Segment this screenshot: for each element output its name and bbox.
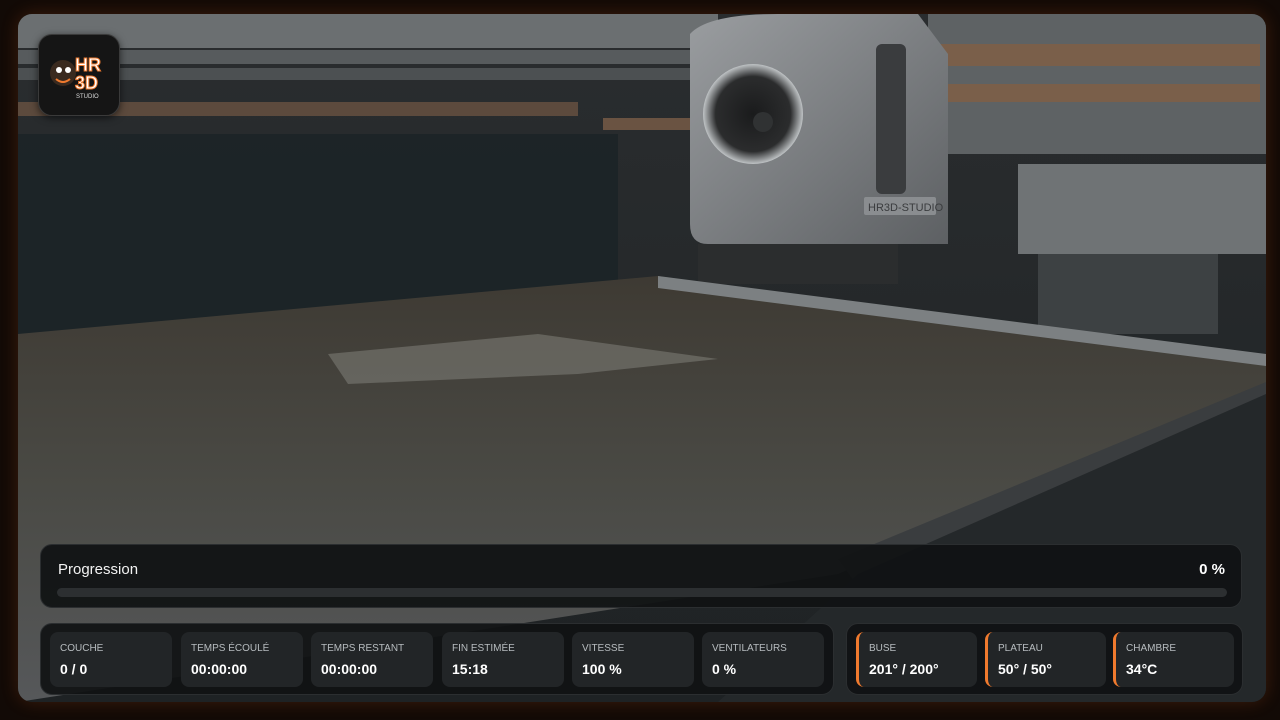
- right-box: [1038, 254, 1218, 334]
- svg-text:HR: HR: [75, 55, 101, 75]
- temperatures-panel: BUSE 201° / 200° PLATEAU 50° / 50° CHAMB…: [846, 623, 1243, 695]
- top-rail-2: [18, 50, 708, 64]
- belt-right: [930, 44, 1260, 66]
- toolhead-fan: [703, 64, 803, 164]
- svg-text:3D: 3D: [75, 73, 98, 93]
- stat-label: TEMPS ÉCOULÉ: [191, 643, 270, 654]
- stat-label: VITESSE: [582, 643, 625, 654]
- temp-label: PLATEAU: [998, 643, 1043, 654]
- stat-card-fans: VENTILATEURS 0 %: [702, 632, 824, 687]
- temp-label: CHAMBRE: [1126, 643, 1177, 654]
- logo-mark: HR 3D STUDIO: [50, 55, 102, 100]
- temp-card-bed: PLATEAU 50° / 50°: [985, 632, 1106, 687]
- stat-value: 0 / 0: [60, 661, 88, 677]
- stat-card-eta: FIN ESTIMÉE 15:18: [442, 632, 564, 687]
- temp-card-chamber: CHAMBRE 34°C: [1113, 632, 1234, 687]
- belt-left-2: [603, 118, 693, 130]
- progress-bar: [57, 588, 1227, 597]
- stat-card-layer: COUCHE 0 / 0: [50, 632, 172, 687]
- studio-logo: HR 3D STUDIO: [38, 34, 120, 116]
- top-rail-3: [18, 68, 698, 80]
- stat-label: VENTILATEURS: [712, 643, 787, 654]
- toolhead-badge-text: HR3D-STUDIO: [868, 202, 944, 214]
- right-panel: [1018, 164, 1266, 254]
- stat-value: 15:18: [452, 661, 488, 677]
- svg-text:STUDIO: STUDIO: [76, 94, 99, 100]
- belt-right-2: [930, 84, 1260, 102]
- stat-card-elapsed: TEMPS ÉCOULÉ 00:00:00: [181, 632, 303, 687]
- temp-card-nozzle: BUSE 201° / 200°: [856, 632, 977, 687]
- stat-value: 100 %: [582, 661, 622, 677]
- temp-label: BUSE: [869, 643, 897, 654]
- temp-value: 201° / 200°: [869, 661, 939, 677]
- temp-value: 50° / 50°: [998, 661, 1053, 677]
- stat-label: TEMPS RESTANT: [321, 643, 405, 654]
- progress-percent: 0 %: [1199, 561, 1225, 578]
- top-rail: [18, 14, 718, 48]
- progress-label: Progression: [58, 561, 139, 578]
- progress-panel: Progression 0 %: [40, 544, 1242, 608]
- nozzle-block: [698, 244, 898, 284]
- stat-label: FIN ESTIMÉE: [452, 643, 515, 654]
- camera-frame: HR3D-STUDIO HR 3D STUDIO Progression 0 %…: [18, 14, 1266, 702]
- stat-label: COUCHE: [60, 643, 104, 654]
- stat-card-remaining: TEMPS RESTANT 00:00:00: [311, 632, 433, 687]
- stat-value: 00:00:00: [321, 661, 378, 677]
- toolhead-slot: [876, 44, 906, 194]
- stat-value: 0 %: [712, 661, 737, 677]
- stat-value: 00:00:00: [191, 661, 248, 677]
- stat-card-speed: VITESSE 100 %: [572, 632, 694, 687]
- print-stats-panel: COUCHE 0 / 0 TEMPS ÉCOULÉ 00:00:00 TEMPS…: [40, 623, 834, 695]
- toolhead-fan-hub: [753, 112, 773, 132]
- temp-value: 34°C: [1126, 661, 1158, 677]
